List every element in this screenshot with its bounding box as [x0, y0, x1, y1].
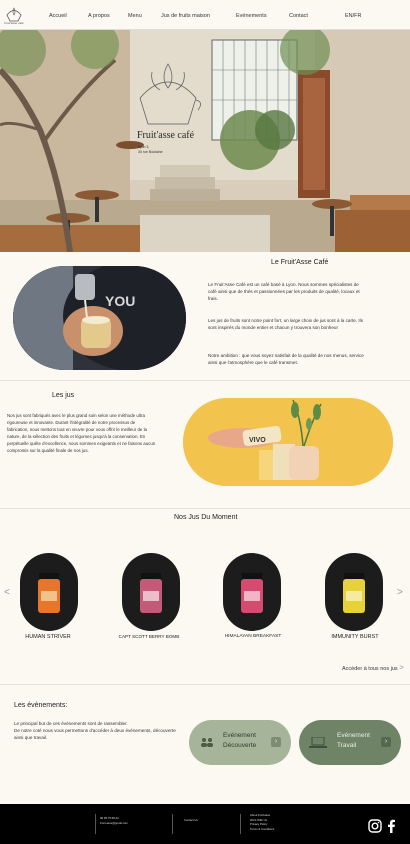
about-paragraph-2: Les jus de fruits sont notre point fort,… — [208, 318, 363, 330]
jus-title: Les jus — [52, 392, 75, 399]
nav-accueil[interactable]: Accueil — [49, 13, 67, 19]
hero-street: 30 rue Boulaine — [138, 150, 163, 154]
facebook-icon[interactable] — [386, 819, 396, 833]
nav-evenements[interactable]: Evénements — [236, 13, 267, 19]
footer-contact-info: 06 95 75 68 22 Fruit.asse@gmail.com — [100, 816, 128, 825]
instagram-icon[interactable] — [368, 819, 382, 833]
section-divider — [0, 380, 410, 381]
footer-contact-us[interactable]: Contact Us — [184, 818, 198, 823]
footer-divider — [240, 814, 241, 834]
chevron-right-icon: > — [399, 663, 404, 672]
all-juices-link[interactable]: Accéder à tous nos jus > — [342, 663, 404, 672]
events-paragraph-2: De notre coté nous vous permettons d'acc… — [14, 728, 176, 740]
nav-contact[interactable]: Contact — [289, 13, 308, 19]
product-card-capt-scott[interactable] — [122, 553, 180, 631]
event-travail-label: Evénement Travail — [337, 731, 370, 751]
laptop-icon — [309, 737, 327, 748]
header: Fruit'asse café Accueil A propos Menu Ju… — [0, 0, 410, 30]
chevron-right-icon: › — [271, 737, 281, 747]
product-card-immunity[interactable] — [325, 553, 383, 631]
people-icon — [201, 738, 213, 747]
event-decouverte-line1: Evénement — [223, 732, 256, 739]
juice-jar-icon — [241, 573, 263, 613]
footer-link-terms[interactable]: Terms & Conditions — [250, 827, 274, 832]
section-divider — [0, 508, 410, 509]
moment-title: Nos Jus Du Moment — [174, 514, 238, 521]
language-switch[interactable]: EN/FR — [345, 13, 362, 19]
logo-text: Fruit'asse café — [4, 21, 24, 25]
hero-address: Lyon 3, 30 rue Boulaine — [138, 145, 163, 155]
nav-menu[interactable]: Menu — [128, 13, 142, 19]
event-decouverte-line2: Découverte — [223, 742, 257, 749]
product-name: IMMUNITY BURST — [331, 634, 379, 640]
product-card-human-striver[interactable] — [20, 553, 78, 631]
jus-description: Nos jus sont fabriqués avec le plus gran… — [7, 413, 156, 453]
product-name: HIMALAYAN BREAKFAST — [224, 634, 282, 639]
event-travail-button[interactable]: Evénement Travail › — [299, 720, 401, 765]
carousel-prev-button[interactable]: < — [4, 587, 10, 598]
event-decouverte-button[interactable]: Evénement Découverte › — [189, 720, 291, 765]
footer-divider — [95, 814, 96, 834]
svg-text:YOU: YOU — [105, 293, 135, 309]
about-paragraph-3: Notre ambition : que vous soyez satisfai… — [208, 353, 364, 365]
section-divider — [0, 684, 410, 685]
bottle-label: VIVO — [249, 437, 266, 444]
footer-links: About Fruit'asse Work With Us Privacy Po… — [250, 813, 274, 831]
nav-jus[interactable]: Jus de fruits maison — [161, 13, 210, 19]
hero-image: Fruit'asse café Lyon 3, 30 rue Boulaine — [0, 30, 410, 252]
footer-email[interactable]: Fruit.asse@gmail.com — [100, 821, 128, 826]
event-travail-line2: Travail — [337, 742, 357, 749]
juice-jar-icon — [343, 573, 365, 613]
events-title: Les évènements: — [14, 702, 68, 709]
footer-divider — [172, 814, 173, 834]
hero-brand-name: Fruit'asse café — [137, 130, 195, 141]
about-paragraph-1: Le Fruit'Asse Café est un café basé à Ly… — [208, 282, 360, 301]
product-card-himalayan[interactable] — [223, 553, 281, 631]
carousel-next-button[interactable]: > — [397, 587, 403, 598]
nav-a-propos[interactable]: A propos — [88, 13, 110, 19]
events-paragraph-1: Le principal but de ces évènements sont … — [14, 721, 128, 726]
juice-jar-icon — [38, 573, 60, 613]
juice-photo: VIVO — [183, 398, 393, 486]
barista-photo: YOU — [13, 266, 186, 370]
about-title: Le Fruit'Asse Café — [271, 259, 329, 266]
event-travail-line1: Evénement — [337, 732, 370, 739]
all-juices-label: Accéder à tous nos jus — [342, 666, 398, 672]
footer: 06 95 75 68 22 Fruit.asse@gmail.com Cont… — [0, 804, 410, 844]
event-decouverte-label: Evénement Découverte — [223, 731, 256, 751]
product-name: HUMAN STRIVER — [25, 634, 71, 640]
product-name: CAPT SCOTT BERRY BOMB — [118, 634, 180, 639]
cafe-interior-illustration — [0, 30, 410, 252]
chevron-right-icon: › — [381, 737, 391, 747]
juice-jar-icon — [140, 573, 162, 613]
events-description: Le principal but de ces évènements sont … — [14, 720, 184, 741]
